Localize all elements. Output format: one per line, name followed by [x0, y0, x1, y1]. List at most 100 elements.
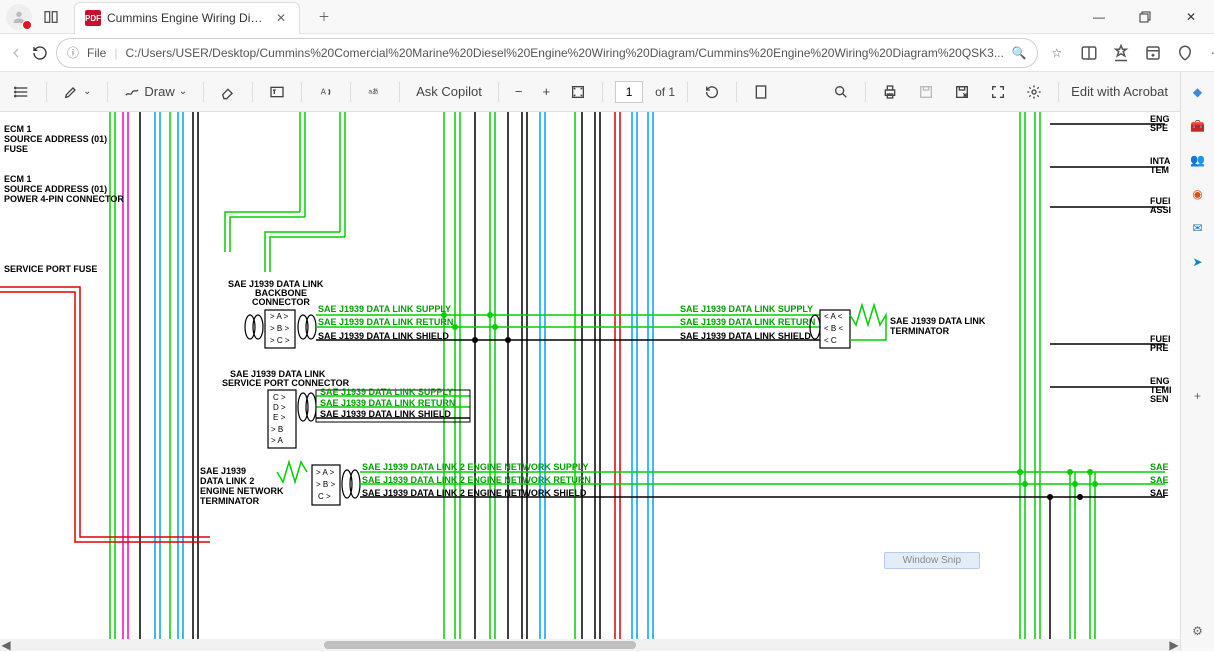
svg-text:ECM 1: ECM 1 — [4, 124, 32, 134]
svg-text:SAE: SAE — [1150, 475, 1169, 485]
window-minimize-button[interactable]: — — [1076, 0, 1122, 34]
svg-text:SAE J1939: SAE J1939 — [200, 466, 246, 476]
fullscreen-button[interactable] — [986, 80, 1010, 104]
svg-text:ECM 1: ECM 1 — [4, 174, 32, 184]
svg-text:> B: > B — [271, 425, 283, 434]
scroll-thumb[interactable] — [324, 641, 636, 649]
sidebar-people-icon[interactable]: 👥 — [1188, 150, 1208, 170]
sidebar-send-icon[interactable]: ➤ — [1188, 252, 1208, 272]
svg-text:SAE J1939 DATA LINK RETURN: SAE J1939 DATA LINK RETURN — [320, 398, 455, 408]
pdf-viewport[interactable]: ECM 1 SOURCE ADDRESS (01) FUSE ECM 1 SOU… — [0, 112, 1180, 639]
print-button[interactable] — [878, 80, 902, 104]
svg-text:E >: E > — [273, 413, 286, 422]
scroll-left-icon[interactable]: ◀ — [0, 639, 12, 651]
more-icon[interactable]: ⋯ — [1206, 42, 1214, 64]
svg-text:SAE: SAE — [1150, 462, 1169, 472]
rotate-button[interactable] — [700, 80, 724, 104]
highlight-button[interactable]: ⌄ — [59, 80, 95, 104]
collections-icon[interactable] — [1142, 42, 1164, 64]
zoom-in-button[interactable]: + — [538, 80, 554, 103]
workspaces-icon[interactable] — [38, 4, 64, 30]
split-screen-icon[interactable] — [1078, 42, 1100, 64]
ask-copilot-button[interactable]: Ask Copilot — [412, 80, 486, 103]
fit-page-button[interactable] — [566, 80, 590, 104]
draw-button[interactable]: Draw⌄ — [120, 80, 191, 104]
find-button[interactable] — [829, 80, 853, 104]
svg-text:> A: > A — [271, 436, 283, 445]
sidebar-tools-icon[interactable]: 🧰 — [1188, 116, 1208, 136]
pdf-icon: PDF — [85, 10, 101, 26]
pdf-settings-button[interactable] — [1022, 80, 1046, 104]
page-total-label: of 1 — [655, 85, 675, 99]
svg-text:SOURCE ADDRESS (01): SOURCE ADDRESS (01) — [4, 134, 107, 144]
browser-essentials-icon[interactable] — [1174, 42, 1196, 64]
zoom-out-button[interactable]: − — [511, 80, 527, 103]
svg-text:ENGINE NETWORK: ENGINE NETWORK — [200, 486, 284, 496]
svg-text:SAE J1939 DATA LINK SUPPLY: SAE J1939 DATA LINK SUPPLY — [680, 304, 813, 314]
save-button[interactable] — [914, 80, 938, 104]
svg-text:TERMINATOR: TERMINATOR — [890, 326, 950, 336]
svg-text:C >: C > — [273, 393, 286, 402]
svg-text:< B <: < B < — [824, 324, 843, 333]
svg-text:SAE J1939 DATA LINK: SAE J1939 DATA LINK — [890, 316, 986, 326]
sidebar-settings-icon[interactable]: ⚙ — [1188, 621, 1208, 641]
svg-text:SAE J1939 DATA LINK 2 ENGINE N: SAE J1939 DATA LINK 2 ENGINE NETWORK SUP… — [362, 462, 589, 472]
svg-text:SAE J1939 DATA LINK SHIELD: SAE J1939 DATA LINK SHIELD — [320, 409, 451, 419]
svg-text:SAE J1939 DATA LINK SUPPLY: SAE J1939 DATA LINK SUPPLY — [318, 304, 451, 314]
site-info-icon[interactable]: ⓘ — [67, 44, 79, 61]
svg-text:CONNECTOR: CONNECTOR — [252, 297, 310, 307]
svg-text:POWER 4-PIN CONNECTOR: POWER 4-PIN CONNECTOR — [4, 194, 124, 204]
svg-text:TERMINATOR: TERMINATOR — [200, 496, 260, 506]
browser-tab[interactable]: PDF Cummins Engine Wiring Diagram ✕ — [74, 2, 300, 34]
svg-text:> C >: > C > — [270, 336, 290, 345]
save-as-button[interactable] — [950, 80, 974, 104]
contents-button[interactable] — [10, 80, 34, 104]
favorites-list-icon[interactable] — [1110, 42, 1132, 64]
url-box[interactable]: ⓘ File | C:/Users/USER/Desktop/Cummins%2… — [56, 38, 1038, 68]
svg-text:D >: D > — [273, 403, 286, 412]
window-titlebar: PDF Cummins Engine Wiring Diagram ✕ ＋ — … — [0, 0, 1214, 34]
svg-text:< A <: < A < — [824, 312, 843, 321]
svg-text:SAE J1939 DATA LINK RETURN: SAE J1939 DATA LINK RETURN — [318, 317, 453, 327]
svg-text:aあ: aあ — [368, 87, 379, 95]
svg-text:SAE J1939 DATA LINK 2 ENGINE N: SAE J1939 DATA LINK 2 ENGINE NETWORK RET… — [362, 475, 591, 485]
svg-text:SAE: SAE — [1150, 488, 1169, 498]
svg-text:FUSE: FUSE — [4, 144, 28, 154]
svg-text:SAE J1939 DATA LINK SHIELD: SAE J1939 DATA LINK SHIELD — [680, 331, 811, 341]
url-text: C:/Users/USER/Desktop/Cummins%20Comercia… — [125, 46, 1003, 60]
sidebar-office-icon[interactable]: ◉ — [1188, 184, 1208, 204]
tab-close-icon[interactable]: ✕ — [273, 10, 289, 26]
edge-sidebar: ◆ 🧰 👥 ◉ ✉ ➤ + ⚙ — [1180, 72, 1214, 651]
sidebar-search-icon[interactable]: ◆ — [1188, 82, 1208, 102]
translate-button[interactable]: aあ — [363, 80, 387, 104]
back-button[interactable] — [8, 39, 24, 67]
text-box-button[interactable] — [265, 80, 289, 104]
favorite-icon[interactable]: ☆ — [1046, 42, 1068, 64]
svg-text:SAE J1939 DATA LINK SUPPLY: SAE J1939 DATA LINK SUPPLY — [320, 387, 453, 397]
sidebar-add-icon[interactable]: + — [1188, 386, 1208, 406]
page-view-button[interactable] — [749, 80, 773, 104]
edit-with-acrobat-button[interactable]: Edit with Acrobat — [1071, 84, 1168, 99]
scroll-right-icon[interactable]: ▶ — [1168, 639, 1180, 651]
erase-button[interactable] — [216, 80, 240, 104]
tab-title: Cummins Engine Wiring Diagram — [107, 11, 267, 25]
pdf-toolbar: ⌄ Draw⌄ A aあ Ask Copilot − + of 1 Edit w… — [0, 72, 1214, 112]
window-maximize-button[interactable] — [1122, 0, 1168, 34]
sidebar-outlook-icon[interactable]: ✉ — [1188, 218, 1208, 238]
read-aloud-button[interactable]: A — [314, 80, 338, 104]
window-close-button[interactable]: ✕ — [1168, 0, 1214, 34]
page-number-input[interactable] — [615, 81, 643, 103]
refresh-button[interactable] — [32, 39, 48, 67]
horizontal-scrollbar[interactable]: ◀ ▶ — [0, 639, 1180, 651]
profile-avatar[interactable] — [6, 4, 32, 30]
svg-text:> A >: > A > — [270, 312, 289, 321]
svg-text:< C: < C — [824, 336, 837, 345]
svg-text:SERVICE PORT FUSE: SERVICE PORT FUSE — [4, 264, 97, 274]
svg-text:> B >: > B > — [270, 324, 289, 333]
svg-text:SAE J1939 DATA LINK 2 ENGINE N: SAE J1939 DATA LINK 2 ENGINE NETWORK SHI… — [362, 488, 587, 498]
scroll-track[interactable] — [12, 639, 1168, 651]
zoom-indicator-icon[interactable]: 🔍 — [1012, 46, 1027, 60]
svg-text:SAE J1939 DATA LINK RETURN: SAE J1939 DATA LINK RETURN — [680, 317, 815, 327]
svg-text:DATA LINK 2: DATA LINK 2 — [200, 476, 254, 486]
new-tab-button[interactable]: ＋ — [310, 3, 338, 31]
